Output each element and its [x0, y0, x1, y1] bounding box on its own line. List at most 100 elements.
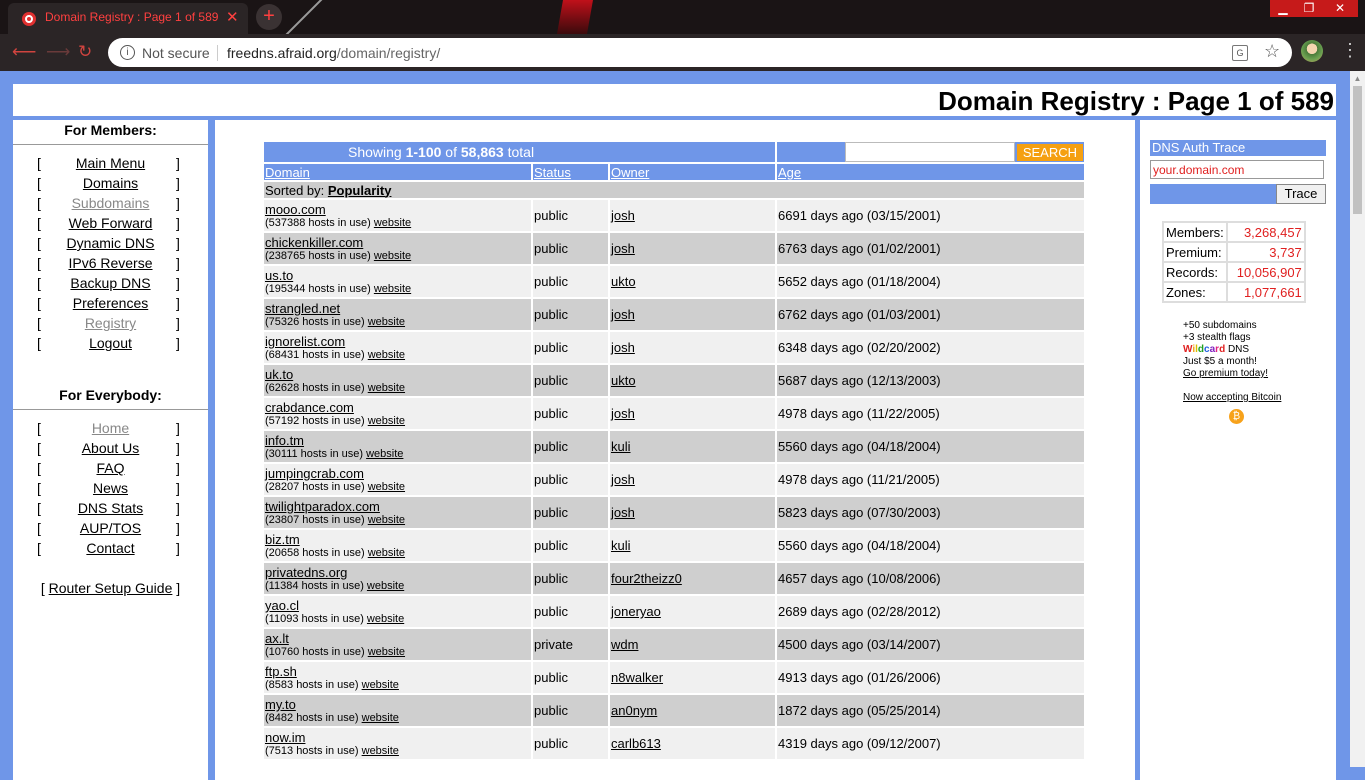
trace-button[interactable]: Trace: [1276, 184, 1326, 204]
domain-link[interactable]: info.tm: [265, 433, 304, 448]
website-link[interactable]: website: [362, 712, 399, 724]
sidebar-item-preferences[interactable]: [Preferences]: [13, 295, 208, 315]
owner-link[interactable]: wdm: [611, 637, 638, 652]
domain-link[interactable]: uk.to: [265, 367, 293, 382]
website-link[interactable]: website: [368, 349, 405, 361]
sidebar-item-home[interactable]: [Home]: [13, 420, 208, 440]
sidebar-item-faq[interactable]: [FAQ]: [13, 460, 208, 480]
website-link[interactable]: website: [368, 514, 405, 526]
domain-link[interactable]: chickenkiller.com: [265, 235, 363, 250]
trace-domain-input[interactable]: your.domain.com: [1150, 160, 1324, 179]
owner-link[interactable]: four2theizz0: [611, 571, 682, 586]
scroll-thumb[interactable]: [1353, 86, 1362, 214]
website-link[interactable]: website: [374, 217, 411, 229]
page-scrollbar[interactable]: ▲: [1350, 71, 1365, 767]
menu-kebab-icon[interactable]: ⋮: [1341, 40, 1359, 61]
website-link[interactable]: website: [367, 613, 404, 625]
website-link[interactable]: website: [368, 316, 405, 328]
scroll-up-icon[interactable]: ▲: [1350, 71, 1365, 86]
owner-link[interactable]: josh: [611, 307, 635, 322]
sorted-by-link[interactable]: Popularity: [328, 183, 392, 198]
restore-icon[interactable]: ❐: [1296, 0, 1322, 17]
website-link[interactable]: website: [368, 415, 405, 427]
domain-link[interactable]: ax.lt: [265, 631, 289, 646]
sidebar-item-backup-dns[interactable]: [Backup DNS]: [13, 275, 208, 295]
domain-link[interactable]: crabdance.com: [265, 400, 354, 415]
router-guide-link[interactable]: Router Setup Guide: [49, 580, 173, 596]
sidebar-item-subdomains[interactable]: [Subdomains]: [13, 195, 208, 215]
col-status-link[interactable]: Status: [534, 165, 571, 180]
owner-link[interactable]: josh: [611, 241, 635, 256]
website-link[interactable]: website: [366, 448, 403, 460]
owner-link[interactable]: josh: [611, 406, 635, 421]
col-age-header[interactable]: Age: [777, 164, 1084, 180]
owner-link[interactable]: josh: [611, 208, 635, 223]
close-window-icon[interactable]: ✕: [1322, 0, 1358, 17]
back-icon[interactable]: ⟵: [12, 42, 36, 62]
domain-link[interactable]: biz.tm: [265, 532, 300, 547]
col-owner-header[interactable]: Owner: [610, 164, 775, 180]
website-link[interactable]: website: [374, 283, 411, 295]
bookmark-star-icon[interactable]: ☆: [1264, 41, 1280, 62]
website-link[interactable]: website: [362, 745, 399, 757]
sidebar-item-news[interactable]: [News]: [13, 480, 208, 500]
owner-link[interactable]: ukto: [611, 373, 636, 388]
col-age-link[interactable]: Age: [778, 165, 801, 180]
sidebar-item-dynamic-dns[interactable]: [Dynamic DNS]: [13, 235, 208, 255]
domain-link[interactable]: privatedns.org: [265, 565, 347, 580]
domain-link[interactable]: now.im: [265, 730, 305, 745]
domain-link[interactable]: yao.cl: [265, 598, 299, 613]
info-icon[interactable]: i: [120, 45, 135, 60]
website-link[interactable]: website: [367, 580, 404, 592]
domain-link[interactable]: ignorelist.com: [265, 334, 345, 349]
browser-tab[interactable]: Domain Registry : Page 1 of 589 ✕: [8, 3, 248, 34]
owner-link[interactable]: kuli: [611, 538, 631, 553]
owner-link[interactable]: an0nym: [611, 703, 657, 718]
sidebar-item-logout[interactable]: [Logout]: [13, 335, 208, 355]
translate-icon[interactable]: G: [1232, 45, 1248, 61]
bitcoin-link[interactable]: Now accepting Bitcoin: [1183, 392, 1281, 404]
domain-link[interactable]: us.to: [265, 268, 293, 283]
website-link[interactable]: website: [362, 679, 399, 691]
go-premium-link[interactable]: Go premium today!: [1183, 368, 1281, 380]
col-owner-link[interactable]: Owner: [611, 165, 649, 180]
owner-link[interactable]: n8walker: [611, 670, 663, 685]
owner-link[interactable]: josh: [611, 340, 635, 355]
forward-icon[interactable]: ⟶: [46, 42, 70, 62]
website-link[interactable]: website: [368, 646, 405, 658]
sidebar-item-about-us[interactable]: [About Us]: [13, 440, 208, 460]
col-status-header[interactable]: Status: [533, 164, 608, 180]
owner-link[interactable]: josh: [611, 472, 635, 487]
sidebar-item-dns-stats[interactable]: [DNS Stats]: [13, 500, 208, 520]
owner-link[interactable]: carlb613: [611, 736, 661, 751]
domain-link[interactable]: twilightparadox.com: [265, 499, 380, 514]
tab-close-icon[interactable]: ✕: [226, 8, 239, 26]
sidebar-item-aup-tos[interactable]: [AUP/TOS]: [13, 520, 208, 540]
search-input[interactable]: [844, 142, 1015, 162]
address-bar[interactable]: i Not secure freedns.afraid.org/domain/r…: [108, 38, 1292, 67]
sidebar-item-ipv6-reverse[interactable]: [IPv6 Reverse]: [13, 255, 208, 275]
domain-link[interactable]: my.to: [265, 697, 296, 712]
col-domain-link[interactable]: Domain: [265, 165, 310, 180]
domain-link[interactable]: strangled.net: [265, 301, 340, 316]
website-link[interactable]: website: [368, 547, 405, 559]
website-link[interactable]: website: [368, 481, 405, 493]
sidebar-item-contact[interactable]: [Contact]: [13, 540, 208, 560]
domain-link[interactable]: mooo.com: [265, 202, 326, 217]
col-domain-header[interactable]: Domain: [264, 164, 531, 180]
sidebar-item-web-forward[interactable]: [Web Forward]: [13, 215, 208, 235]
url-text[interactable]: freedns.afraid.org/domain/registry/: [227, 45, 440, 61]
sidebar-item-registry[interactable]: [Registry]: [13, 315, 208, 335]
search-button[interactable]: SEARCH: [1016, 143, 1083, 161]
reload-icon[interactable]: ↻: [78, 42, 92, 62]
domain-link[interactable]: jumpingcrab.com: [265, 466, 364, 481]
domain-link[interactable]: ftp.sh: [265, 664, 297, 679]
profile-avatar[interactable]: [1301, 40, 1323, 62]
website-link[interactable]: website: [374, 250, 411, 262]
owner-link[interactable]: joneryao: [611, 604, 661, 619]
owner-link[interactable]: kuli: [611, 439, 631, 454]
new-tab-icon[interactable]: +: [256, 4, 282, 30]
owner-link[interactable]: josh: [611, 505, 635, 520]
sidebar-item-main-menu[interactable]: [Main Menu]: [13, 155, 208, 175]
owner-link[interactable]: ukto: [611, 274, 636, 289]
